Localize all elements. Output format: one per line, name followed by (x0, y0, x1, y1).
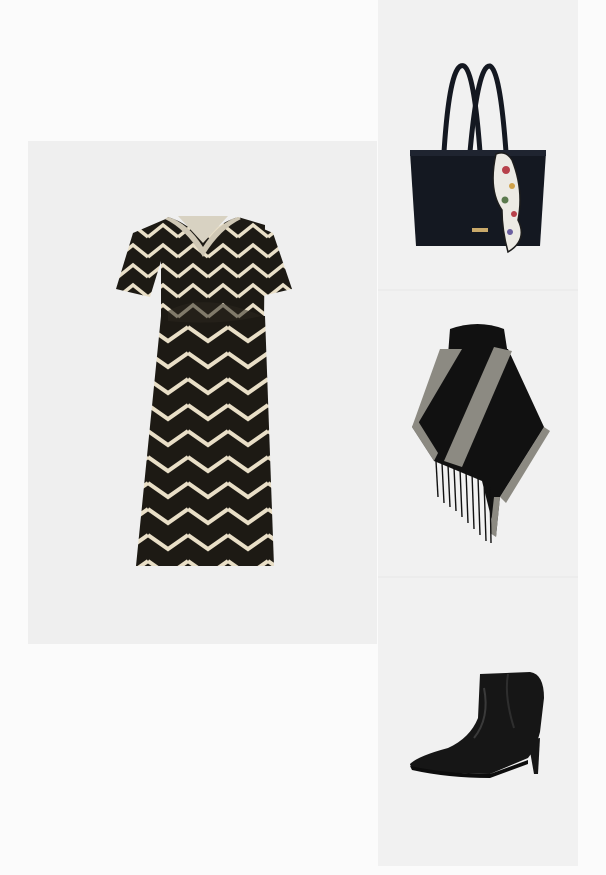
poncho-product-tile[interactable] (378, 291, 578, 576)
poncho-icon (412, 324, 550, 544)
boot-product-tile[interactable] (378, 578, 578, 866)
bag-product-tile[interactable] (378, 0, 578, 289)
dress-product-tile[interactable] (28, 141, 377, 644)
dress-icon (116, 216, 292, 566)
ankle-boot-icon (410, 672, 544, 778)
tote-bag-icon (410, 63, 546, 254)
